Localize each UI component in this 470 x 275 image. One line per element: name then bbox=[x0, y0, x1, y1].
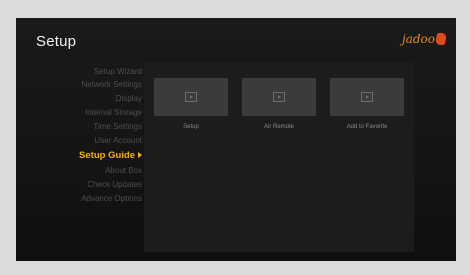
settings-sidebar: Setup Wizard Network Settings Display In… bbox=[16, 62, 142, 252]
logo-swoosh-icon bbox=[434, 33, 448, 45]
play-icon bbox=[185, 92, 197, 102]
sidebar-item-network-settings[interactable]: Network Settings bbox=[16, 79, 142, 91]
sidebar-item-label: User Account bbox=[94, 136, 142, 145]
sidebar-item-time-settings[interactable]: Time Settings bbox=[16, 121, 142, 133]
sidebar-item-user-account[interactable]: User Account bbox=[16, 135, 142, 147]
page-title: Setup bbox=[36, 33, 77, 50]
tile-label: Add to Favorite bbox=[346, 124, 388, 130]
sidebar-item-about-box[interactable]: About Box bbox=[16, 165, 142, 177]
sidebar-item-label: Setup Guide bbox=[79, 150, 135, 161]
sidebar-item-label: Check Updates bbox=[87, 180, 142, 189]
tile-label: Setup bbox=[183, 124, 199, 130]
sidebar-item-label: Display bbox=[115, 94, 142, 103]
tile-setup[interactable] bbox=[154, 78, 228, 116]
brand-logo: jadoo bbox=[401, 32, 448, 46]
sidebar-item-setup-guide[interactable]: Setup Guide bbox=[16, 150, 142, 162]
tv-screen: Setup jadoo Setup Wizard Network Setting… bbox=[16, 18, 456, 261]
sidebar-item-setup-wizard[interactable]: Setup Wizard bbox=[16, 66, 142, 78]
sidebar-item-advance-options[interactable]: Advance Options bbox=[16, 193, 142, 205]
content-panel: Setup Air Remote Add to Favorite bbox=[144, 62, 414, 252]
sidebar-item-label: Setup Wizard bbox=[93, 67, 142, 76]
device-frame: Setup jadoo Setup Wizard Network Setting… bbox=[0, 0, 470, 275]
sidebar-item-internal-storage[interactable]: Internal Storage bbox=[16, 107, 142, 119]
play-icon bbox=[361, 92, 373, 102]
sidebar-item-display[interactable]: Display bbox=[16, 93, 142, 105]
sidebar-item-label: Internal Storage bbox=[85, 108, 142, 117]
sidebar-item-label: About Box bbox=[105, 166, 142, 175]
sidebar-item-label: Network Settings bbox=[81, 80, 142, 89]
sidebar-item-label: Advance Options bbox=[81, 194, 142, 203]
tile-label: Air Remote bbox=[263, 124, 294, 130]
sidebar-item-label: Time Settings bbox=[93, 122, 142, 131]
tile-air-remote[interactable] bbox=[242, 78, 316, 116]
tile-add-to-favorite[interactable] bbox=[330, 78, 404, 116]
chevron-right-icon bbox=[138, 152, 142, 159]
sidebar-item-check-updates[interactable]: Check Updates bbox=[16, 179, 142, 191]
logo-text: jadoo bbox=[401, 32, 435, 46]
play-icon bbox=[273, 92, 285, 102]
